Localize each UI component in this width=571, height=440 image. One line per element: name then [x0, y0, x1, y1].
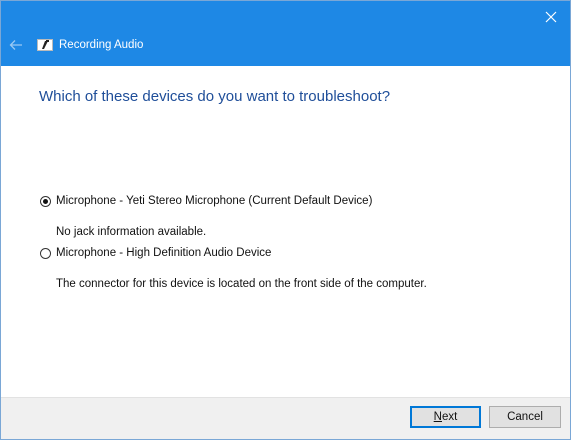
- next-label-rest: ext: [441, 411, 458, 423]
- cancel-button[interactable]: Cancel: [489, 406, 561, 428]
- next-access-key: N: [433, 411, 442, 423]
- back-arrow-icon: [9, 40, 22, 50]
- device-option-yeti[interactable]: Microphone - Yeti Stereo Microphone (Cur…: [40, 195, 372, 207]
- radio-button[interactable]: [40, 247, 51, 259]
- device-option-hd-audio[interactable]: Microphone - High Definition Audio Devic…: [40, 247, 271, 259]
- close-icon: [545, 11, 557, 23]
- device-description: No jack information available.: [56, 226, 207, 238]
- window-title: Recording Audio: [59, 39, 144, 51]
- page-title: Which of these devices do you want to tr…: [39, 88, 391, 105]
- next-button[interactable]: Next: [410, 406, 481, 428]
- recording-audio-icon: [37, 38, 53, 52]
- close-button[interactable]: [540, 6, 562, 28]
- radio-button-selected[interactable]: [40, 195, 51, 207]
- device-option-label: Microphone - High Definition Audio Devic…: [56, 247, 272, 259]
- title-bar: Recording Audio: [1, 1, 570, 66]
- troubleshooter-window: Recording Audio Which of these devices d…: [0, 0, 571, 440]
- device-option-label: Microphone - Yeti Stereo Microphone (Cur…: [56, 195, 373, 207]
- back-button[interactable]: [7, 36, 25, 54]
- footer-bar: Next Cancel: [1, 397, 570, 439]
- device-description: The connector for this device is located…: [56, 278, 427, 290]
